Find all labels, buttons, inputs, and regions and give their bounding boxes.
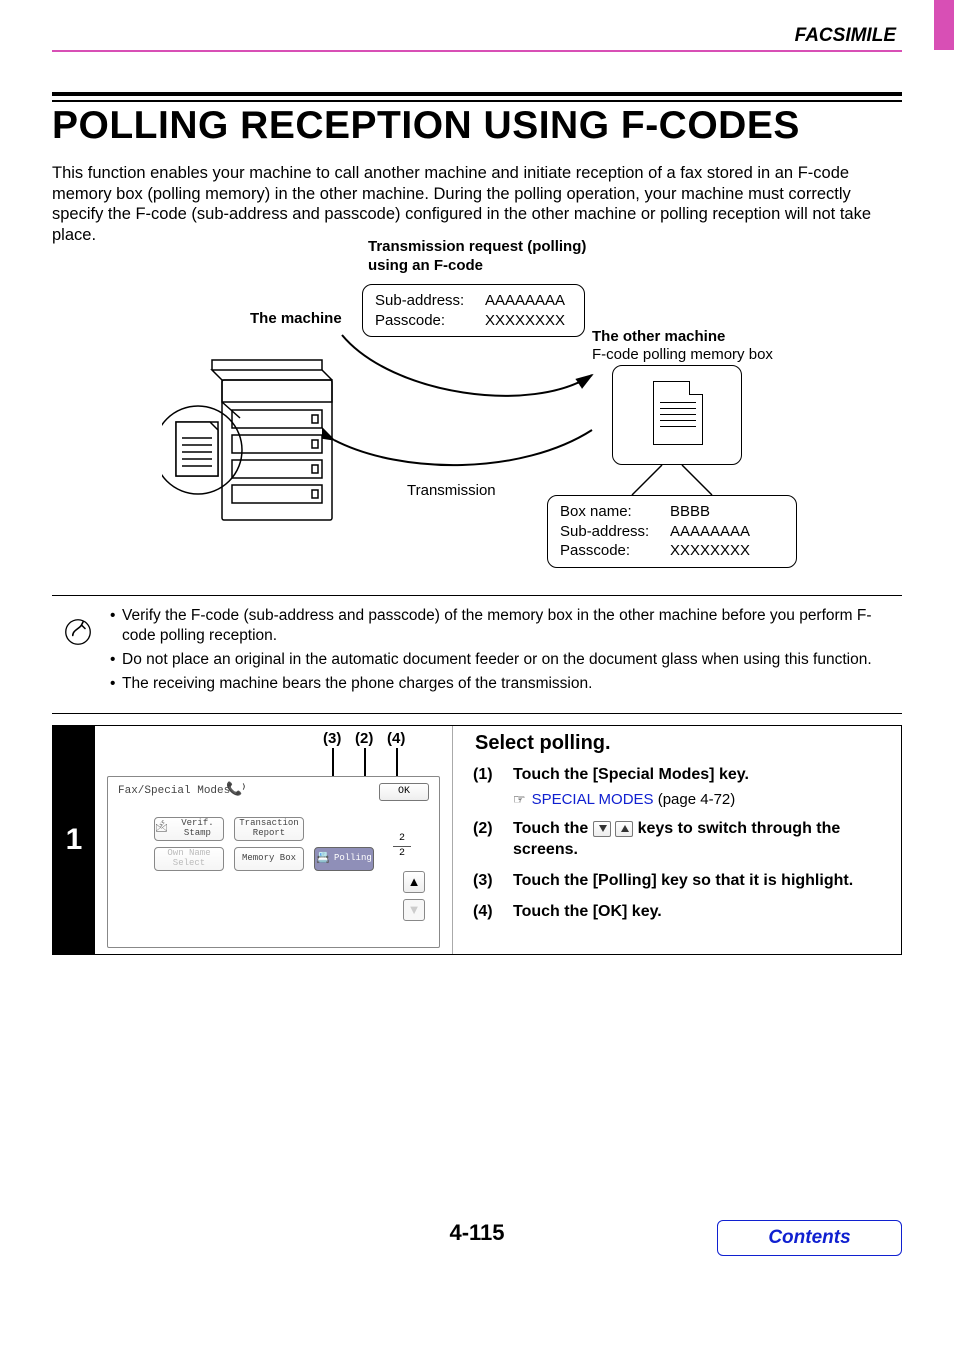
marker-2: (2) (355, 730, 373, 747)
page-indicator: 2 2 (387, 833, 417, 860)
step-item-text-a: Touch the (513, 820, 593, 837)
note-item: Do not place an original in the automati… (110, 650, 902, 670)
panel-title: Fax/Special Modes (118, 785, 230, 797)
diagram-memory-box: Box name:BBBB Sub-address:AAAAAAAA Passc… (547, 495, 797, 568)
diagram-machine-label: The machine (250, 310, 342, 327)
page-current: 2 (387, 833, 417, 845)
diagram-other-sub: F-code polling memory box (592, 346, 773, 363)
title-rule-thick (52, 92, 902, 96)
step-item-text: Touch the [Polling] key so that it is hi… (513, 872, 853, 889)
panel-phone-icon: 📞⁾ (226, 781, 245, 797)
link-after: (page 4-72) (654, 791, 736, 808)
step-item-num: (1) (473, 765, 499, 809)
fcode-sub-label: Sub-address: (375, 291, 485, 311)
memory-box-button[interactable]: Memory Box (234, 847, 304, 871)
marker-3: (3) (323, 730, 341, 747)
contents-button[interactable]: Contents (717, 1220, 902, 1256)
connector-lines (622, 460, 742, 500)
section-rule (52, 50, 902, 52)
verif-stamp-label: Verif. Stamp (172, 819, 223, 839)
stamp-icon: 🖄 (155, 823, 168, 835)
verif-stamp-button[interactable]: 🖄 Verif. Stamp (154, 817, 224, 841)
down-key-icon (593, 821, 611, 837)
page-down-button[interactable]: ▼ (403, 899, 425, 921)
note-item: The receiving machine bears the phone ch… (110, 674, 902, 694)
ui-panel: Fax/Special Modes 📞⁾ OK 🖄 Verif. Stamp T… (107, 776, 440, 948)
section-label: FACSIMILE (795, 25, 896, 47)
step-item-text: Touch the [Special Modes] key. (513, 766, 749, 783)
memory-sub-label: Sub-address: (560, 522, 670, 542)
other-machine-box (612, 365, 742, 465)
special-modes-link[interactable]: SPECIAL MODES (532, 791, 654, 808)
note-icon (64, 618, 92, 646)
up-key-icon (615, 821, 633, 837)
pointer-icon: ☞ (513, 790, 526, 808)
page-total: 2 (387, 848, 417, 860)
step-item-num: (3) (473, 871, 499, 892)
memory-doc-icon (653, 381, 703, 445)
memory-name-value: BBBB (670, 502, 710, 522)
title-rule-thin (52, 100, 902, 102)
step-heading: Select polling. (475, 732, 895, 755)
step-item-num: (4) (473, 902, 499, 923)
section-color-bar (934, 0, 954, 50)
step-illustration: (3) (2) (4) Fax/Special Modes 📞⁾ OK 🖄 Ve… (95, 726, 453, 954)
diagram-other-label: The other machine (592, 328, 725, 345)
step-number: 1 (53, 726, 95, 954)
fcode-sub-value: AAAAAAAA (485, 291, 565, 311)
polling-label: Polling (334, 854, 372, 864)
page-up-button[interactable]: ▲ (403, 871, 425, 893)
step-block: 1 (3) (2) (4) Fax/Special Modes 📞⁾ OK 🖄 (52, 725, 902, 955)
step-item-text: Touch the [OK] key. (513, 903, 662, 920)
memory-sub-value: AAAAAAAA (670, 522, 750, 542)
memory-pass-value: XXXXXXXX (670, 541, 750, 561)
page-title: POLLING RECEPTION USING F-CODES (52, 104, 800, 148)
memory-name-label: Box name: (560, 502, 670, 522)
polling-button[interactable]: 📇 Polling (314, 847, 374, 871)
note-item: Verify the F-code (sub-address and passc… (110, 606, 902, 646)
step-item-num: (2) (473, 819, 499, 861)
ok-button[interactable]: OK (379, 783, 429, 801)
polling-icon: 📇 (316, 853, 330, 865)
diagram: Transmission request (polling) using an … (52, 230, 902, 580)
memory-pass-label: Passcode: (560, 541, 670, 561)
transaction-report-button[interactable]: Transaction Report (234, 817, 304, 841)
diagram-request-title: Transmission request (polling) using an … (368, 238, 598, 276)
own-name-select-button[interactable]: Own Name Select (154, 847, 224, 871)
arrow-transmission (322, 425, 602, 495)
marker-4: (4) (387, 730, 405, 747)
notes-block: Verify the F-code (sub-address and passc… (52, 595, 902, 714)
